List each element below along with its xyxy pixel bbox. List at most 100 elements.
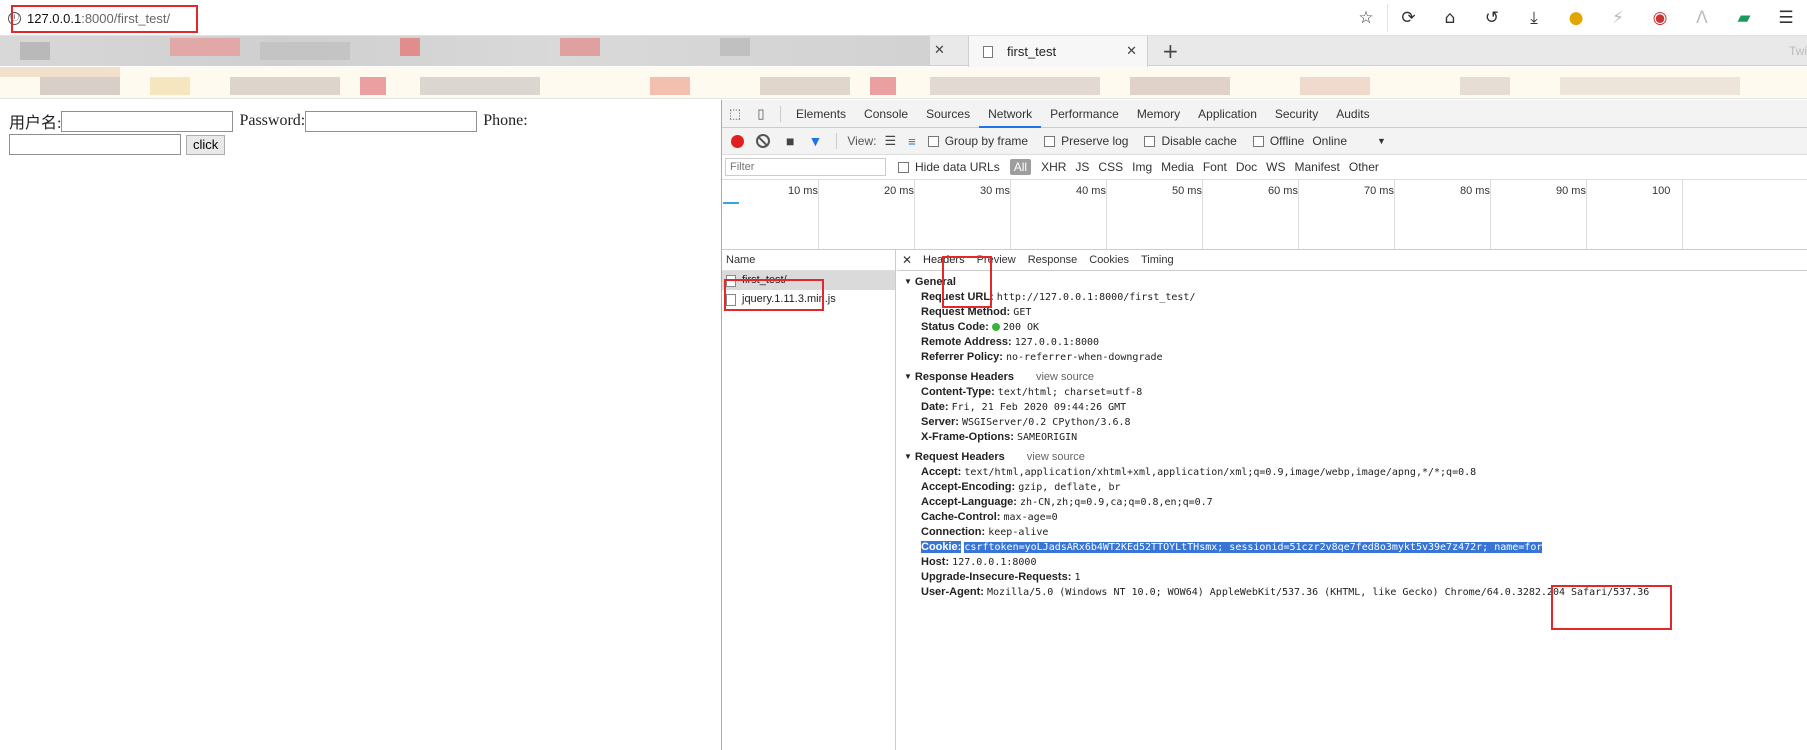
tab-security[interactable]: Security [1266, 100, 1327, 128]
filter-type-font[interactable]: Font [1203, 160, 1227, 174]
tab-console[interactable]: Console [855, 100, 917, 128]
response-headers-header[interactable]: ▼ Response Headers view source [897, 369, 1807, 385]
timeline-tick-label: 20 ms [884, 185, 914, 197]
timeline-gridline [1682, 180, 1683, 249]
timeline-tick-label: 10 ms [788, 185, 818, 197]
filter-type-img[interactable]: Img [1132, 160, 1152, 174]
filter-type-ws[interactable]: WS [1266, 160, 1285, 174]
document-icon [726, 293, 736, 306]
filter-type-xhr[interactable]: XHR [1041, 160, 1066, 174]
request-list: Name first_test/ jquery.1.11.3.min.js [722, 250, 896, 750]
extension-icon[interactable]: ⚡ [1597, 4, 1639, 32]
tab-close-icon[interactable]: ✕ [934, 43, 945, 58]
tab-performance[interactable]: Performance [1041, 100, 1128, 128]
filter-type-js[interactable]: JS [1075, 160, 1089, 174]
header-value: 1 [1074, 572, 1081, 583]
filter-type-css[interactable]: CSS [1098, 160, 1123, 174]
request-row-jquery[interactable]: jquery.1.11.3.min.js [722, 290, 895, 309]
browser-toolbar: ☆ ⟳ ⌂ ↺ ⤓ ● ⚡ ◉ Λ ▰ ☰ [1345, 4, 1807, 32]
devtools-tabbar: ⬚ ▯ Elements Console Sources Network Per… [722, 99, 1807, 128]
screenshot-icon[interactable]: ■ [786, 133, 794, 149]
tab-elements[interactable]: Elements [787, 100, 855, 128]
tab-timing[interactable]: Timing [1135, 250, 1180, 271]
list-view-icon[interactable]: ☰ [884, 133, 896, 149]
throttling-select[interactable]: Online [1312, 134, 1347, 148]
close-icon[interactable]: ✕ [1126, 43, 1137, 59]
offline-checkbox[interactable] [1252, 135, 1264, 147]
status-ok-icon [991, 323, 1000, 331]
chevron-down-icon[interactable]: ▼ [1377, 136, 1386, 146]
header-key: Request URL: [921, 291, 994, 303]
tab-first-test[interactable]: first_test ✕ [968, 36, 1148, 67]
extension-icon-2[interactable]: ◉ [1639, 4, 1681, 32]
tab-application[interactable]: Application [1189, 100, 1266, 128]
header-value: Mozilla/5.0 (Windows NT 10.0; WOW64) App… [987, 587, 1650, 598]
tab-response[interactable]: Response [1022, 250, 1084, 271]
header-row: Accept-Encoding: gzip, deflate, br [897, 480, 1807, 495]
hide-data-urls-checkbox[interactable] [898, 161, 909, 173]
url-field[interactable]: ⓘ 127.0.0.1:8000/first_test/ [8, 8, 170, 28]
filter-type-other[interactable]: Other [1349, 160, 1379, 174]
username-input[interactable] [61, 110, 234, 132]
tab-audits[interactable]: Audits [1327, 100, 1378, 128]
group-by-frame-checkbox[interactable] [927, 135, 939, 147]
inspect-element-icon[interactable]: ⬚ [722, 106, 748, 122]
header-key: Content-Type: [921, 386, 995, 398]
home-icon[interactable]: ⌂ [1429, 4, 1471, 32]
tab-overflow-label[interactable]: Twi [1789, 44, 1807, 58]
tab-headers[interactable]: Headers [917, 250, 971, 271]
request-detail: ✕ Headers Preview Response Cookies Timin… [897, 250, 1807, 750]
tab-network[interactable]: Network [979, 99, 1042, 128]
phone-input[interactable] [9, 134, 181, 155]
waterfall-view-icon[interactable]: ≡ [908, 134, 916, 149]
disable-cache-checkbox[interactable] [1144, 135, 1156, 147]
password-input[interactable] [305, 110, 478, 132]
filter-type-media[interactable]: Media [1161, 160, 1194, 174]
sync-icon[interactable]: ⟳ [1387, 4, 1429, 32]
new-tab-icon[interactable]: + [1162, 39, 1179, 63]
response-headers-section: ▼ Response Headers view source Content-Typ… [897, 369, 1807, 445]
header-value: max-age=0 [1003, 512, 1058, 523]
header-row: User-Agent: Mozilla/5.0 (Windows NT 10.0… [897, 585, 1807, 600]
filter-type-doc[interactable]: Doc [1236, 160, 1257, 174]
request-headers-header[interactable]: ▼ Request Headers view source [897, 449, 1807, 465]
emoji-icon[interactable]: ● [1555, 4, 1597, 32]
extension-icon-3[interactable]: Λ [1681, 4, 1723, 32]
filter-type-all[interactable]: All [1009, 159, 1032, 175]
star-icon[interactable]: ☆ [1345, 4, 1387, 32]
network-timeline[interactable]: 10 ms 20 ms 30 ms 40 ms 50 ms 60 ms 70 ms 80 ms… [722, 180, 1807, 250]
download-icon[interactable]: ⤓ [1513, 4, 1555, 32]
request-row-first-test[interactable]: first_test/ [722, 271, 895, 290]
info-icon[interactable]: ⓘ [8, 11, 21, 25]
hide-data-urls-label: Hide data URLs [915, 160, 1000, 174]
clear-icon[interactable] [756, 134, 770, 148]
header-value: GET [1013, 307, 1032, 318]
tab-cookies[interactable]: Cookies [1083, 250, 1135, 271]
header-value: http://127.0.0.1:8000/first_test/ [996, 292, 1196, 303]
timeline-gridline [1490, 180, 1491, 249]
filter-type-manifest[interactable]: Manifest [1295, 160, 1340, 174]
name-column-header[interactable]: Name [722, 250, 895, 271]
preserve-log-checkbox[interactable] [1044, 135, 1056, 147]
history-icon[interactable]: ↺ [1471, 4, 1513, 32]
tab-sources[interactable]: Sources [917, 100, 979, 128]
device-toolbar-icon[interactable]: ▯ [748, 106, 774, 122]
timeline-request-bar [723, 202, 739, 204]
header-value: zh-CN,zh;q=0.9,ca;q=0.8,en;q=0.7 [1020, 497, 1213, 508]
view-source-link[interactable]: view source [1027, 451, 1085, 463]
record-icon[interactable] [731, 134, 744, 148]
extension-icon-4[interactable]: ▰ [1723, 4, 1765, 32]
divider [836, 133, 838, 149]
general-section-header[interactable]: ▼ General [897, 274, 1807, 290]
header-row: Referrer Policy: no-referrer-when-downgr… [897, 350, 1807, 365]
timeline-tick-label: 70 ms [1364, 185, 1394, 197]
tab-memory[interactable]: Memory [1128, 100, 1189, 128]
menu-icon[interactable]: ☰ [1765, 4, 1807, 32]
filter-input[interactable] [725, 158, 886, 176]
filter-icon[interactable]: ▼ [808, 133, 822, 149]
click-button[interactable]: click [186, 134, 226, 155]
tab-preview[interactable]: Preview [971, 250, 1022, 271]
view-source-link[interactable]: view source [1036, 371, 1094, 383]
view-label: View: [847, 134, 877, 148]
close-icon[interactable]: ✕ [897, 253, 917, 267]
